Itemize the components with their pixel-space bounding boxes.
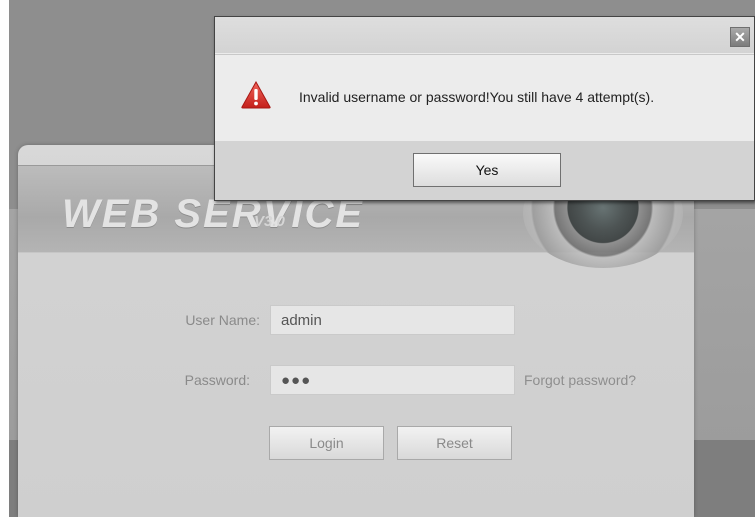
- dialog-body: Invalid username or password!You still h…: [215, 54, 754, 142]
- username-field[interactable]: admin: [270, 305, 515, 335]
- password-label: Password:: [184, 372, 250, 388]
- forgot-password-link[interactable]: Forgot password?: [524, 372, 636, 388]
- banner-version: V3.0: [254, 213, 285, 230]
- password-field[interactable]: ●●●: [270, 365, 515, 395]
- error-dialog: ✕ Invalid username or password!You still…: [214, 16, 755, 201]
- close-icon[interactable]: ✕: [730, 27, 750, 47]
- username-label: User Name:: [185, 312, 260, 328]
- dialog-titlebar: ✕: [215, 17, 754, 54]
- login-button[interactable]: Login: [269, 426, 384, 460]
- warning-triangle-icon: [241, 81, 271, 109]
- yes-button[interactable]: Yes: [413, 153, 561, 187]
- reset-button[interactable]: Reset: [397, 426, 512, 460]
- error-message: Invalid username or password!You still h…: [299, 89, 655, 105]
